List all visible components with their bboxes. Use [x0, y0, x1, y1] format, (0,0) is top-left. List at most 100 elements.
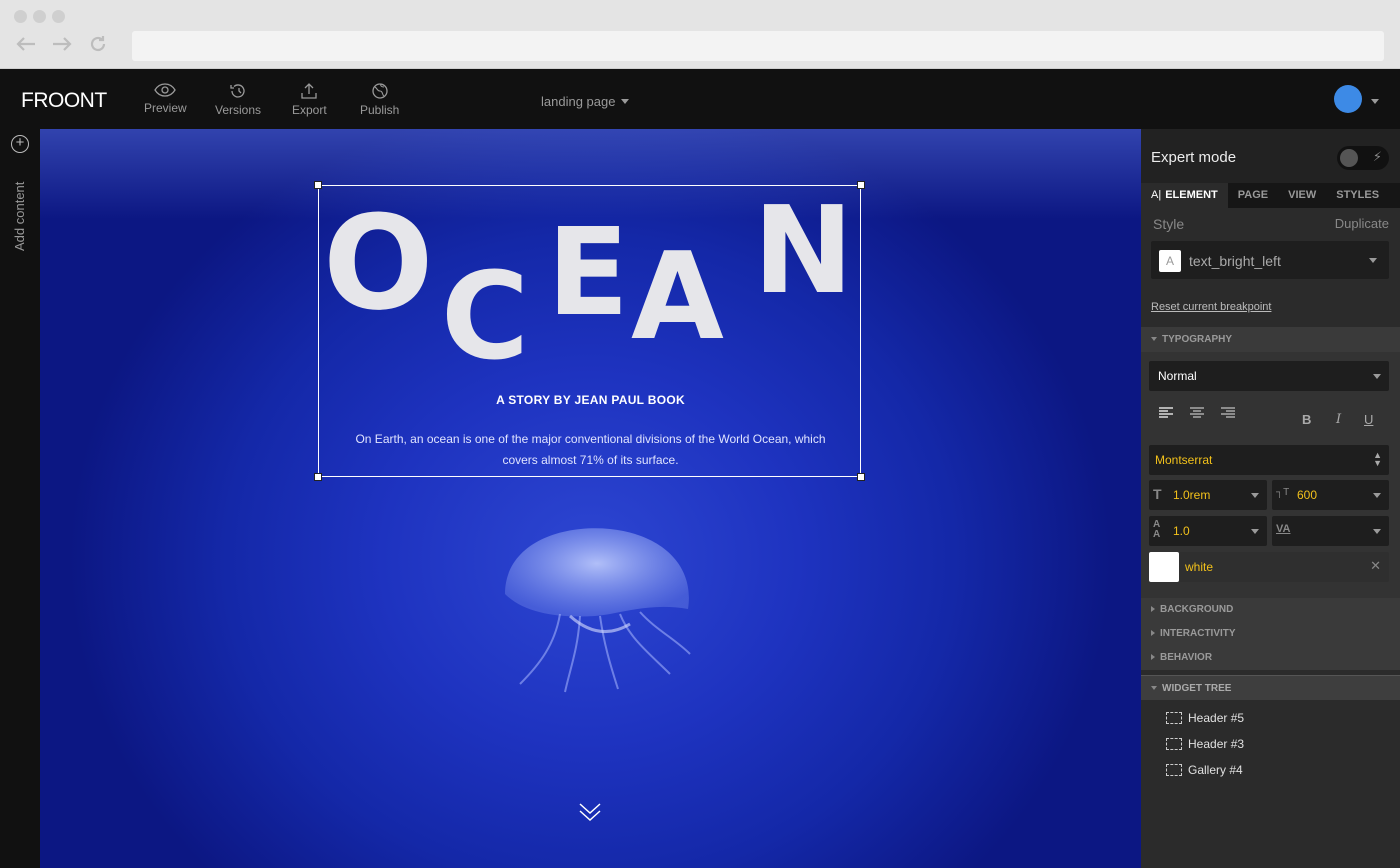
text-element-icon: A| — [1151, 189, 1162, 201]
expert-mode-label: Expert mode — [1151, 149, 1237, 166]
tree-item-label: Header #3 — [1188, 737, 1245, 751]
font-family-select[interactable]: Montserrat ▲ ▼ — [1149, 445, 1389, 475]
interactivity-header-label: INTERACTIVITY — [1160, 628, 1236, 639]
line-height-icon: AA — [1153, 519, 1161, 540]
tab-page[interactable]: PAGE — [1228, 183, 1278, 208]
app-logo: FROONT — [21, 89, 107, 112]
reload-icon[interactable] — [86, 32, 110, 56]
design-canvas[interactable]: O C E A N A STORY BY JEAN PAUL BOOK On E… — [40, 129, 1141, 868]
updown-arrows-icon: ▲ ▼ — [1373, 450, 1382, 468]
maximize-window-button[interactable] — [52, 10, 65, 23]
hero-letter: E — [547, 204, 629, 343]
color-swatch[interactable] — [1149, 552, 1179, 582]
eye-icon — [154, 83, 177, 97]
chevron-down-icon — [1369, 258, 1377, 263]
color-input[interactable]: white ✕ — [1179, 552, 1389, 582]
preview-button[interactable]: Preview — [144, 83, 187, 115]
align-center-icon[interactable] — [1190, 407, 1204, 419]
byline: A STORY BY JEAN PAUL BOOK — [496, 393, 685, 407]
style-preview-icon: A — [1159, 250, 1181, 272]
font-size-icon: T — [1153, 486, 1162, 502]
resize-handle-bottom-left[interactable] — [314, 473, 322, 481]
duplicate-button[interactable]: Duplicate — [1335, 216, 1389, 232]
widget-frame-icon — [1166, 738, 1182, 750]
publish-button[interactable]: Publish — [360, 83, 399, 117]
window-controls — [14, 10, 65, 23]
avatar[interactable] — [1334, 85, 1362, 113]
style-select[interactable]: A text_bright_left — [1151, 241, 1389, 279]
add-content-label[interactable]: Add content — [12, 182, 27, 251]
letter-spacing-select[interactable]: VA — [1272, 516, 1389, 546]
tab-element[interactable]: A| ELEMENT — [1141, 183, 1228, 208]
tab-element-label: ELEMENT — [1165, 189, 1218, 201]
font-style-select[interactable]: Normal — [1149, 361, 1389, 391]
widget-frame-icon — [1166, 764, 1182, 776]
tree-item[interactable]: Header #5 — [1166, 711, 1244, 725]
expand-triangle-icon — [1151, 654, 1155, 661]
font-size-value: 1.0rem — [1173, 488, 1211, 502]
align-right-icon[interactable] — [1221, 407, 1235, 419]
page-selector[interactable]: landing page — [541, 94, 630, 109]
letter-spacing-icon: VA — [1276, 523, 1291, 535]
tree-item-label: Gallery #4 — [1188, 763, 1243, 777]
widget-tree-label: WIDGET TREE — [1162, 683, 1232, 694]
reset-breakpoint-link[interactable]: Reset current breakpoint — [1151, 301, 1271, 313]
versions-label: Versions — [215, 103, 262, 117]
widget-tree-header[interactable]: WIDGET TREE — [1141, 675, 1400, 700]
history-icon — [230, 84, 245, 98]
tree-item[interactable]: Header #3 — [1166, 737, 1244, 751]
preview-label: Preview — [144, 101, 187, 115]
background-header-label: BACKGROUND — [1160, 604, 1234, 615]
versions-button[interactable]: Versions — [215, 83, 261, 117]
style-row: Style Duplicate — [1153, 216, 1389, 232]
clear-x-icon[interactable]: ✕ — [1370, 558, 1381, 574]
underline-button[interactable]: U — [1364, 412, 1373, 427]
typography-section-header[interactable]: TYPOGRAPHY — [1141, 327, 1400, 353]
back-arrow-icon[interactable] — [14, 32, 38, 56]
page-name: landing page — [541, 94, 616, 109]
typography-section: Normal B I U Montserrat ▲ ▼ T 1.0rem ┐T 6… — [1141, 352, 1400, 598]
tab-styles[interactable]: STYLES — [1326, 183, 1389, 208]
typography-header-label: TYPOGRAPHY — [1162, 334, 1233, 345]
hero-letter: O — [323, 187, 434, 339]
line-height-select[interactable]: AA 1.0 — [1149, 516, 1267, 546]
tree-item[interactable]: Gallery #4 — [1166, 763, 1243, 777]
font-style-value: Normal — [1158, 369, 1197, 383]
account-chevron-down-icon[interactable] — [1371, 99, 1379, 104]
left-sidebar: + Add content — [0, 129, 40, 868]
browser-chrome — [0, 0, 1400, 69]
hero-letter: N — [753, 182, 854, 321]
bold-button[interactable]: B — [1302, 412, 1311, 427]
expert-mode-toggle[interactable]: ⚡ — [1337, 146, 1389, 170]
add-content-plus-icon[interactable]: + — [11, 135, 29, 153]
behavior-section-header[interactable]: BEHAVIOR — [1141, 646, 1400, 670]
lightning-bolt-icon: ⚡ — [1372, 149, 1382, 164]
selected-text-element[interactable]: O C E A N A STORY BY JEAN PAUL BOOK On E… — [314, 181, 865, 481]
scroll-down-chevron-icon[interactable] — [578, 801, 602, 823]
italic-button[interactable]: I — [1336, 412, 1341, 427]
text-align-group — [1159, 407, 1389, 419]
font-weight-icon: ┐T — [1276, 487, 1290, 498]
expand-triangle-icon — [1151, 337, 1157, 342]
align-left-icon[interactable] — [1159, 407, 1173, 419]
chevron-down-icon — [1251, 493, 1259, 498]
close-window-button[interactable] — [14, 10, 27, 23]
expand-triangle-icon — [1151, 606, 1155, 613]
font-size-select[interactable]: T 1.0rem — [1149, 480, 1267, 510]
font-family-value: Montserrat — [1155, 453, 1213, 467]
background-section-header[interactable]: BACKGROUND — [1141, 598, 1400, 622]
panel-header: Expert mode ⚡ — [1141, 129, 1400, 183]
minimize-window-button[interactable] — [33, 10, 46, 23]
forward-arrow-icon[interactable] — [50, 32, 74, 56]
interactivity-section-header[interactable]: INTERACTIVITY — [1141, 622, 1400, 646]
font-weight-value: 600 — [1297, 488, 1318, 502]
expand-triangle-icon — [1151, 630, 1155, 637]
tab-view[interactable]: VIEW — [1278, 183, 1326, 208]
font-weight-select[interactable]: ┐T 600 — [1272, 480, 1389, 510]
chevron-down-icon — [1373, 374, 1381, 379]
export-button[interactable]: Export — [292, 83, 327, 117]
address-bar[interactable] — [132, 31, 1384, 61]
chevron-down-icon — [1373, 493, 1381, 498]
resize-handle-bottom-right[interactable] — [857, 473, 865, 481]
app-topbar: FROONT Preview Versions Export Publish l… — [0, 69, 1400, 129]
